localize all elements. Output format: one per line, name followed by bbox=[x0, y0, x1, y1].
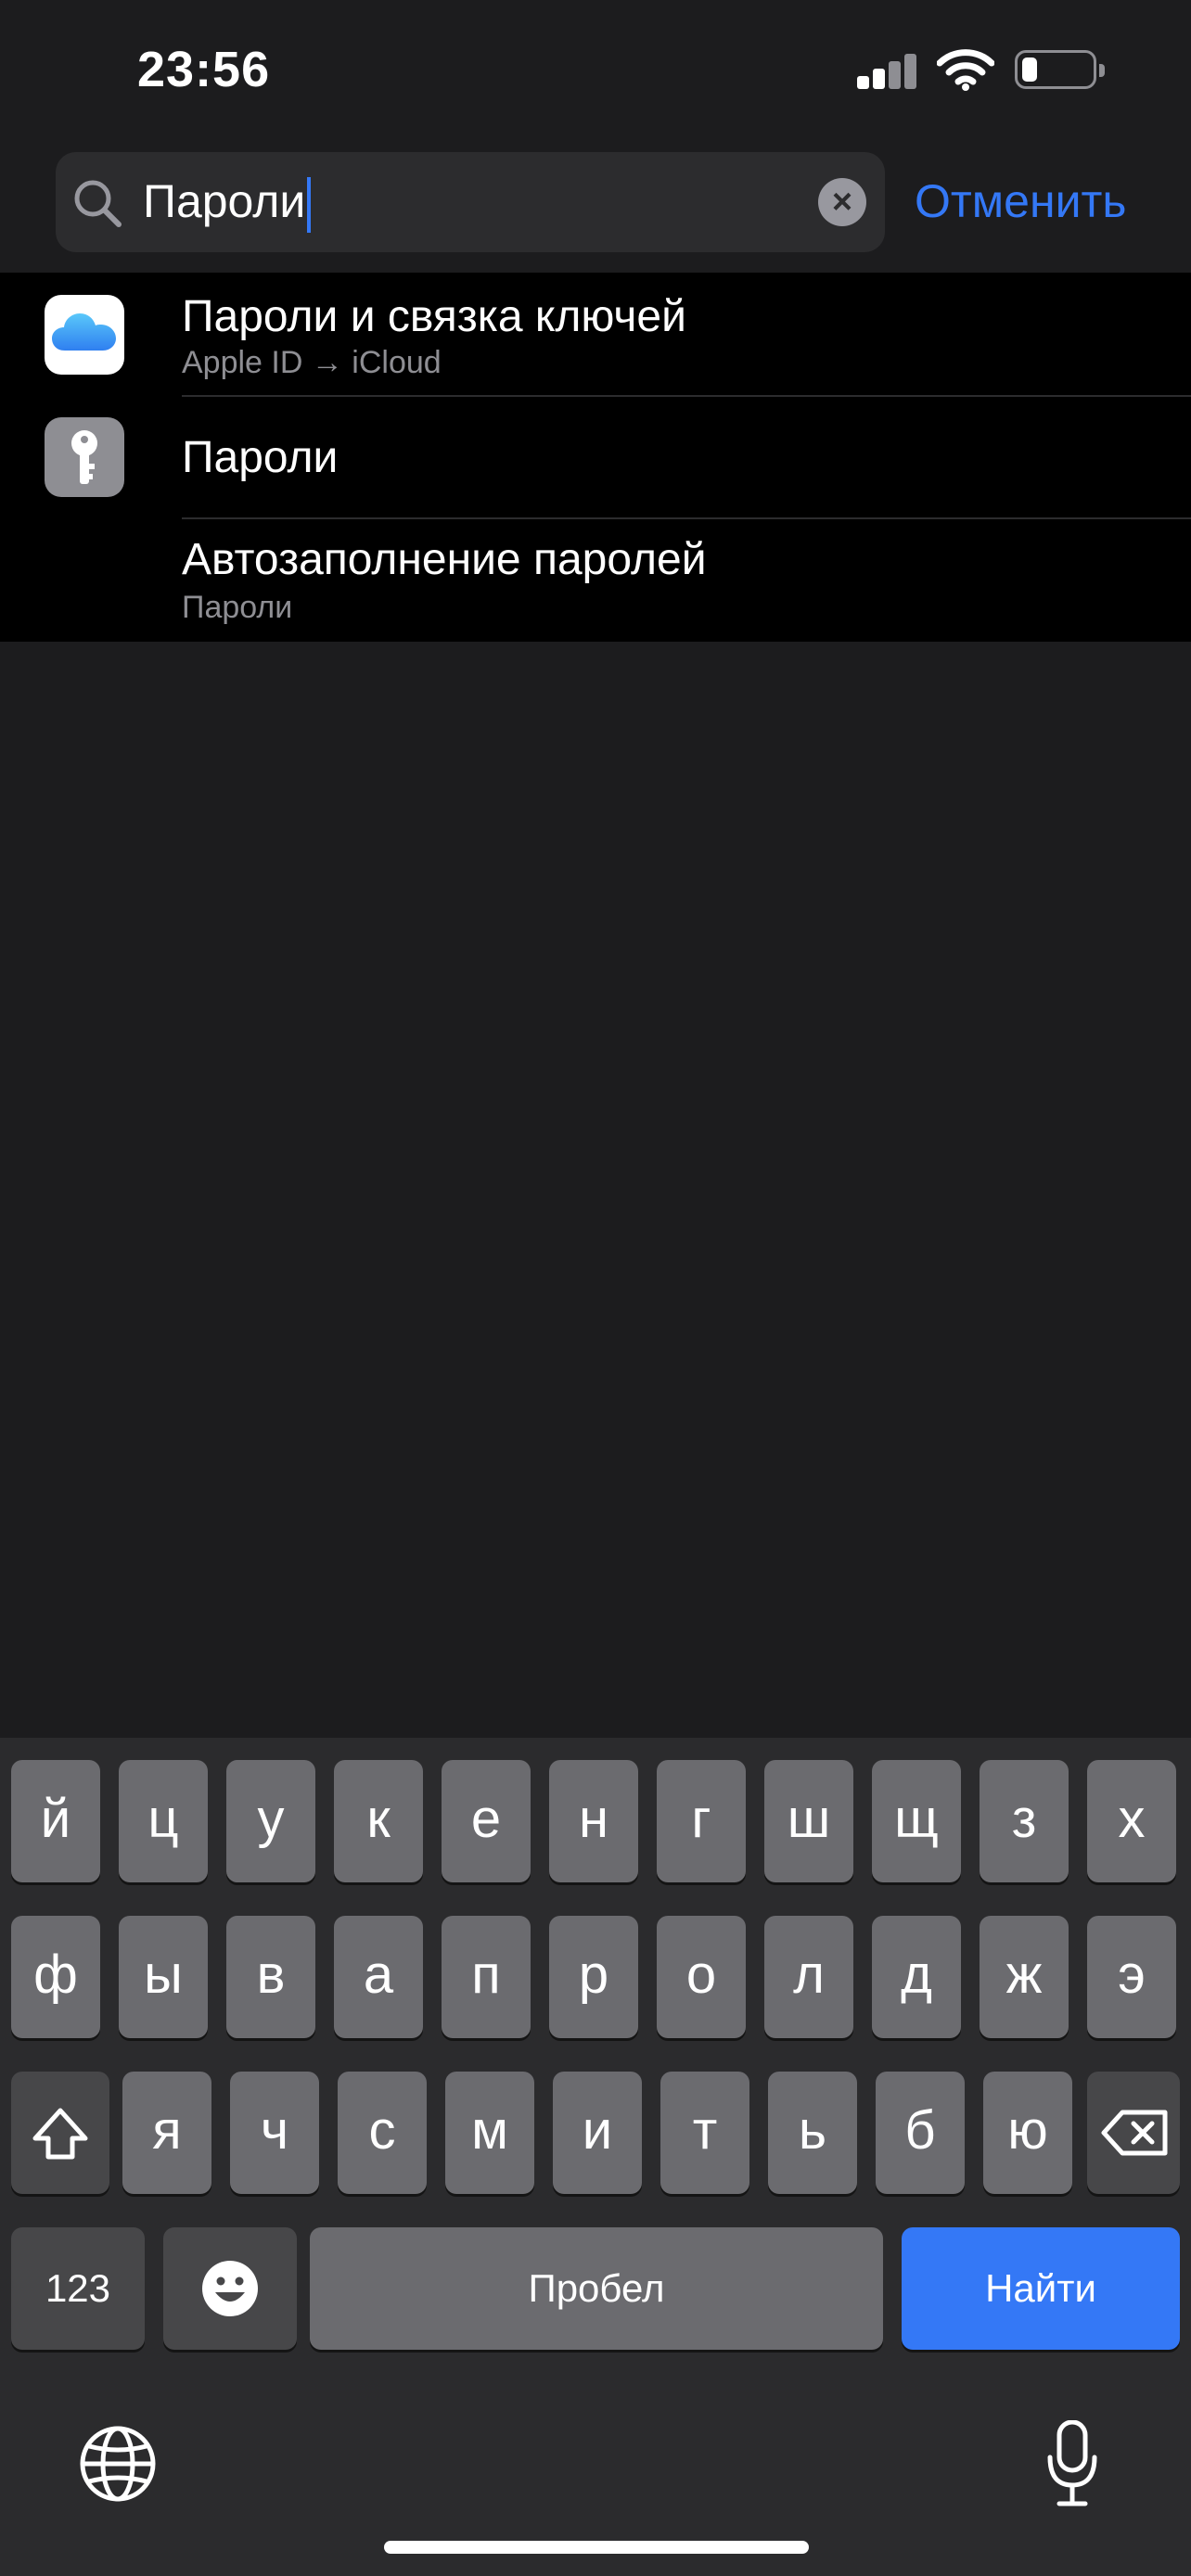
key-ы[interactable]: ы bbox=[119, 1916, 208, 2038]
result-password-autofill[interactable]: Автозаполнение паролей Пароли bbox=[0, 519, 1191, 642]
globe-icon[interactable] bbox=[78, 2424, 158, 2508]
key-ю[interactable]: ю bbox=[983, 2072, 1072, 2194]
delete-key[interactable] bbox=[1087, 2072, 1180, 2194]
status-time: 23:56 bbox=[137, 42, 271, 97]
key-ч[interactable]: ч bbox=[230, 2072, 319, 2194]
clear-search-button[interactable]: × bbox=[818, 178, 866, 226]
key-д[interactable]: д bbox=[872, 1916, 961, 2038]
search-input[interactable]: Пароли × bbox=[56, 152, 885, 252]
search-icon bbox=[72, 178, 122, 233]
key-icon bbox=[45, 417, 124, 497]
key-щ[interactable]: щ bbox=[872, 1760, 961, 1882]
wifi-icon bbox=[936, 48, 995, 96]
key-ц[interactable]: ц bbox=[119, 1760, 208, 1882]
search-bar: Пароли × Отменить bbox=[0, 152, 1191, 256]
key-к[interactable]: к bbox=[334, 1760, 423, 1882]
status-bar: 23:56 bbox=[0, 0, 1191, 139]
text-caret bbox=[307, 176, 312, 233]
key-п[interactable]: п bbox=[442, 1916, 531, 2038]
cancel-button[interactable]: Отменить bbox=[915, 174, 1126, 228]
key-н[interactable]: н bbox=[549, 1760, 638, 1882]
key-р[interactable]: р bbox=[549, 1916, 638, 2038]
shift-key[interactable] bbox=[11, 2072, 109, 2194]
cellular-signal-icon bbox=[857, 52, 918, 89]
key-х[interactable]: х bbox=[1087, 1760, 1176, 1882]
key-ж[interactable]: ж bbox=[980, 1916, 1069, 2038]
battery-icon bbox=[1015, 50, 1105, 89]
key-ф[interactable]: ф bbox=[11, 1916, 100, 2038]
result-title: Пароли bbox=[182, 433, 339, 482]
result-subtitle: Пароли bbox=[182, 590, 293, 625]
result-title: Пароли и связка ключей bbox=[182, 292, 686, 341]
key-б[interactable]: б bbox=[876, 2072, 965, 2194]
result-passwords-keychain[interactable]: Пароли и связка ключей Apple ID → iCloud bbox=[0, 273, 1191, 395]
key-г[interactable]: г bbox=[657, 1760, 746, 1882]
key-я[interactable]: я bbox=[122, 2072, 211, 2194]
key-с[interactable]: с bbox=[338, 2072, 427, 2194]
numbers-key[interactable]: 123 bbox=[11, 2227, 145, 2350]
result-passwords[interactable]: Пароли bbox=[0, 397, 1191, 517]
result-subtitle: Apple ID → iCloud bbox=[182, 345, 442, 380]
key-з[interactable]: з bbox=[980, 1760, 1069, 1882]
key-л[interactable]: л bbox=[764, 1916, 853, 2038]
space-key[interactable]: Пробел bbox=[310, 2227, 883, 2350]
microphone-icon[interactable] bbox=[1044, 2419, 1100, 2512]
key-и[interactable]: и bbox=[553, 2072, 642, 2194]
key-о[interactable]: о bbox=[657, 1916, 746, 2038]
icloud-icon bbox=[45, 295, 124, 375]
key-е[interactable]: е bbox=[442, 1760, 531, 1882]
emoji-key[interactable] bbox=[163, 2227, 297, 2350]
key-ь[interactable]: ь bbox=[768, 2072, 857, 2194]
key-у[interactable]: у bbox=[226, 1760, 315, 1882]
key-э[interactable]: э bbox=[1087, 1916, 1176, 2038]
key-в[interactable]: в bbox=[226, 1916, 315, 2038]
key-й[interactable]: й bbox=[11, 1760, 100, 1882]
key-т[interactable]: т bbox=[660, 2072, 749, 2194]
key-а[interactable]: а bbox=[334, 1916, 423, 2038]
result-title: Автозаполнение паролей bbox=[182, 535, 707, 584]
search-input-text: Пароли bbox=[143, 174, 312, 233]
search-go-key[interactable]: Найти bbox=[902, 2227, 1180, 2350]
search-results: Пароли и связка ключей Apple ID → iCloud… bbox=[0, 273, 1191, 642]
key-м[interactable]: м bbox=[445, 2072, 534, 2194]
home-indicator[interactable] bbox=[384, 2541, 809, 2554]
key-ш[interactable]: ш bbox=[764, 1760, 853, 1882]
keyboard: йцукенгшщзх фывапролджэ ячсмитьбю 123 Пр… bbox=[0, 1738, 1191, 2576]
